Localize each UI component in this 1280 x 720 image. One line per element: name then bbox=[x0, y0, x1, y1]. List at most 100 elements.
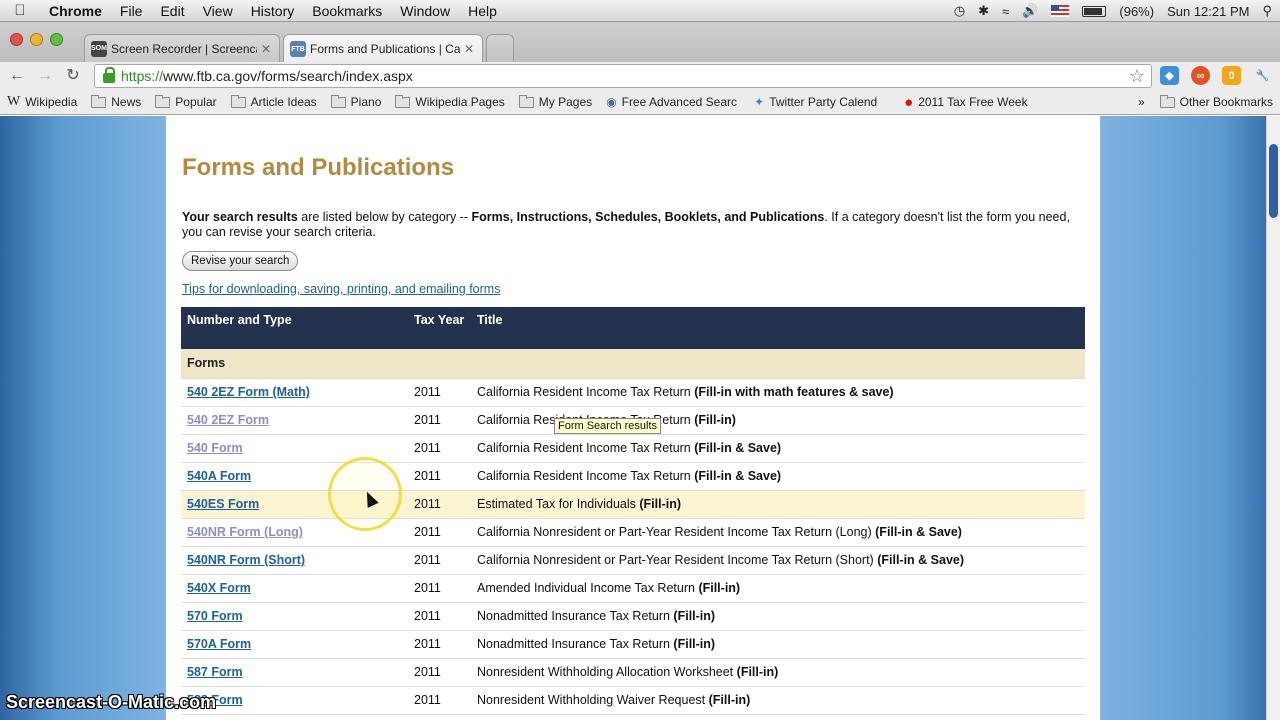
form-cell: 540X Form bbox=[181, 574, 408, 603]
bookmark-tax-free-week[interactable]: ● 2011 Tax Free Week bbox=[897, 94, 1043, 111]
mac-menu-bar:  Chrome File Edit View History Bookmark… bbox=[0, 0, 1280, 22]
time-machine-icon[interactable]: ◷ bbox=[954, 3, 965, 19]
bookmark-folder-my-pages[interactable]: My Pages bbox=[512, 95, 599, 109]
battery-percent: (96%) bbox=[1119, 3, 1155, 19]
menu-file[interactable]: File bbox=[111, 3, 152, 19]
new-tab-button[interactable] bbox=[486, 34, 514, 62]
column-header: Tax Year bbox=[408, 307, 471, 349]
table-row: 540 Form 2011 California Resident Income T… bbox=[181, 434, 1085, 463]
form-cell: 570A Form bbox=[181, 630, 408, 659]
menu-history[interactable]: History bbox=[242, 3, 304, 19]
form-cell: 540 2EZ Form bbox=[181, 406, 408, 435]
menu-bookmarks[interactable]: Bookmarks bbox=[303, 3, 391, 19]
form-title: California Resident Income Tax Return bbox=[477, 441, 691, 455]
bookmark-folder-article-ideas[interactable]: Article Ideas bbox=[224, 95, 324, 109]
bookmark-folder-piano[interactable]: Piano bbox=[324, 95, 389, 109]
form-fill-type: (Fill-in & Save) bbox=[694, 441, 782, 455]
bookmark-wikipedia[interactable]: W Wikipedia bbox=[0, 94, 84, 110]
form-link[interactable]: 570A Form bbox=[187, 637, 251, 651]
folder-icon bbox=[91, 95, 107, 108]
wifi-icon[interactable]: ≈ bbox=[1002, 4, 1009, 19]
tax-year-cell: 2011 bbox=[408, 406, 471, 435]
table-row: 540X Form 2011 Amended Individual Income T… bbox=[181, 574, 1085, 603]
title-cell: Amended Individual Income Tax Return (Fi… bbox=[471, 574, 1085, 603]
menu-edit[interactable]: Edit bbox=[151, 3, 193, 19]
form-link[interactable]: 570 Form bbox=[187, 609, 243, 623]
ssl-lock-icon[interactable] bbox=[103, 67, 115, 83]
form-cell: 540NR Form (Short) bbox=[181, 546, 408, 575]
menu-chrome[interactable]: Chrome bbox=[40, 3, 111, 19]
form-link[interactable]: 540 2EZ Form bbox=[187, 413, 269, 427]
wikipedia-icon: W bbox=[7, 94, 21, 109]
scrollbar-thumb[interactable] bbox=[1269, 144, 1278, 218]
menu-view[interactable]: View bbox=[194, 3, 242, 19]
forward-button[interactable]: → bbox=[34, 65, 56, 87]
menu-window[interactable]: Window bbox=[391, 3, 459, 19]
bookmark-folder-wikipedia-pages[interactable]: Wikipedia Pages bbox=[388, 95, 511, 109]
window-controls bbox=[10, 33, 63, 46]
battery-icon[interactable] bbox=[1082, 5, 1107, 17]
spotlight-search-icon[interactable]: ⚲ bbox=[1262, 3, 1272, 19]
bookmark-label: News bbox=[111, 95, 142, 109]
search-site-icon: ◉ bbox=[606, 95, 617, 109]
form-fill-type: (Fill-in) bbox=[673, 637, 716, 651]
bookmark-twitter-party[interactable]: ✦ Twitter Party Calend bbox=[747, 95, 897, 109]
tips-link[interactable]: Tips for downloading, saving, printing, … bbox=[182, 282, 500, 296]
bookmark-folder-news[interactable]: News bbox=[84, 95, 148, 109]
stumbleupon-icon[interactable]: ∞ bbox=[1191, 66, 1210, 85]
bookmark-label: Other Bookmarks bbox=[1179, 95, 1273, 109]
bookmark-label: Article Ideas bbox=[250, 95, 317, 109]
bookmark-label: Popular bbox=[175, 95, 217, 109]
browser-toolbar: ← → ↻ https:// www.ftb.ca.gov/forms/sear… bbox=[0, 62, 1280, 90]
tab-title: Screen Recorder | Screencast bbox=[111, 41, 257, 56]
back-button[interactable]: ← bbox=[6, 65, 28, 87]
bookmarks-overflow-chevron-icon[interactable]: » bbox=[1130, 95, 1153, 109]
page-title: Forms and Publications bbox=[182, 154, 455, 181]
close-tab-icon[interactable]: ✕ bbox=[261, 42, 271, 56]
clock[interactable]: Sun 12:21 PM bbox=[1167, 4, 1249, 19]
bluetooth-icon[interactable]: ✱ bbox=[978, 3, 989, 19]
form-cell: 570 Form bbox=[181, 602, 408, 631]
bookmark-folder-popular[interactable]: Popular bbox=[148, 95, 223, 109]
folder-icon bbox=[155, 95, 171, 108]
bookmark-label: My Pages bbox=[538, 95, 593, 109]
address-bar[interactable]: https:// www.ftb.ca.gov/forms/search/ind… bbox=[94, 64, 1152, 88]
bookmark-label: 2011 Tax Free Week bbox=[918, 95, 1028, 109]
reload-button[interactable]: ↻ bbox=[62, 65, 84, 87]
form-link[interactable]: 540 Form bbox=[187, 441, 243, 455]
minimize-window-button[interactable] bbox=[30, 33, 43, 46]
form-link[interactable]: 540X Form bbox=[187, 581, 251, 595]
tab-screen-recorder[interactable]: SOM Screen Recorder | Screencast ✕ bbox=[84, 34, 280, 62]
form-title: Amended Individual Income Tax Return bbox=[477, 581, 695, 595]
bookmark-other-bookmarks[interactable]: Other Bookmarks bbox=[1153, 95, 1280, 109]
form-link[interactable]: 540NR Form (Long) bbox=[187, 525, 303, 539]
form-link[interactable]: 540A Form bbox=[187, 469, 251, 483]
volume-icon[interactable]: 🔊 bbox=[1022, 3, 1038, 19]
form-link[interactable]: 540ES Form bbox=[187, 497, 259, 511]
apple-menu-icon[interactable]:  bbox=[0, 2, 40, 19]
extension-badge-icon[interactable]: 0 bbox=[1222, 66, 1241, 85]
menu-help[interactable]: Help bbox=[459, 3, 506, 19]
wrench-menu-icon[interactable]: 🔧 bbox=[1253, 66, 1272, 85]
bookmark-free-advanced-search[interactable]: ◉ Free Advanced Searc bbox=[599, 95, 747, 109]
close-tab-icon[interactable]: ✕ bbox=[464, 42, 474, 56]
extension-puzzle-icon[interactable]: ◆ bbox=[1160, 66, 1179, 85]
title-cell: California Resident Income Tax Return (F… bbox=[471, 434, 1085, 463]
input-source-flag-icon[interactable] bbox=[1051, 5, 1070, 17]
form-link[interactable]: 540NR Form (Short) bbox=[187, 553, 305, 567]
bookmark-star-icon[interactable]: ☆ bbox=[1129, 66, 1145, 87]
tax-year-cell: 2011 bbox=[408, 490, 471, 519]
vertical-scrollbar[interactable] bbox=[1266, 116, 1280, 720]
folder-icon bbox=[518, 95, 534, 108]
table-row: 587 Form 2011 Nonresident Withholding Allo… bbox=[181, 658, 1085, 687]
som-favicon-icon: SOM bbox=[91, 40, 107, 57]
close-window-button[interactable] bbox=[10, 33, 23, 46]
form-link[interactable]: 540 2EZ Form (Math) bbox=[187, 385, 310, 399]
tax-year-cell: 2011 bbox=[408, 546, 471, 575]
revise-search-button[interactable]: Revise your search bbox=[182, 251, 299, 271]
form-link[interactable]: 587 Form bbox=[187, 665, 243, 679]
bookmark-label: Piano bbox=[350, 95, 382, 109]
zoom-window-button[interactable] bbox=[50, 33, 63, 46]
folder-icon bbox=[1159, 95, 1175, 108]
tab-forms-publications[interactable]: FTB Forms and Publications | Ca ✕ bbox=[283, 34, 483, 63]
